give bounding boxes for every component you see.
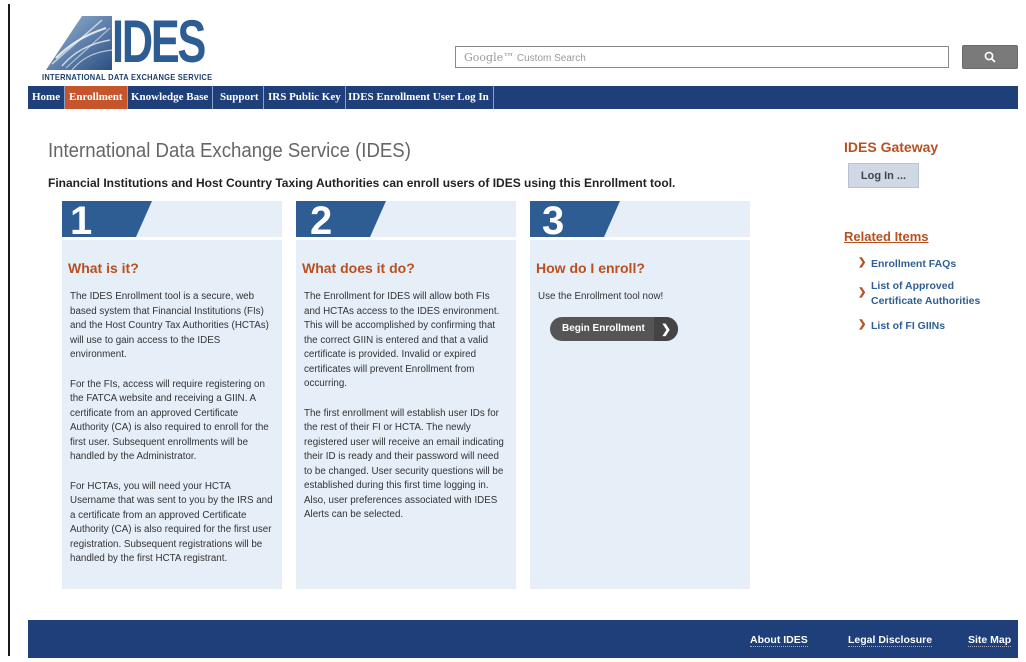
- step-3-heading: How do I enroll?: [536, 260, 645, 276]
- gateway-title: IDES Gateway: [844, 139, 939, 155]
- related-items-title[interactable]: Related Items: [844, 229, 929, 244]
- step-2-panel: What does it do? The Enrollment for IDES…: [296, 240, 516, 589]
- nav-home[interactable]: Home: [28, 86, 66, 109]
- step-3-number-band: 3: [530, 201, 750, 237]
- intro-text: Financial Institutions and Host Country …: [48, 176, 676, 190]
- step-1-panel: What is it? The IDES Enrollment tool is …: [62, 240, 282, 589]
- step-1-paragraph: For the FIs, access will require registe…: [70, 378, 269, 463]
- svg-text:2: 2: [310, 201, 332, 237]
- chevron-right-icon: ❯: [858, 257, 867, 268]
- footer: About IDES Legal Disclosure Site Map: [28, 620, 1018, 658]
- begin-enrollment-button[interactable]: Begin Enrollment ❯: [550, 317, 678, 341]
- step-1-paragraph: For HCTAs, you will need your HCTA Usern…: [70, 480, 273, 565]
- step-3-panel: How do I enroll? Use the Enrollment tool…: [530, 240, 750, 589]
- footer-link-sitemap[interactable]: Site Map: [968, 634, 1012, 647]
- step-2-paragraph: The Enrollment for IDES will allow both …: [304, 291, 500, 389]
- nav-enrollment[interactable]: Enrollment: [65, 86, 128, 109]
- step-2-paragraph: The first enrollment will establish user…: [304, 407, 504, 521]
- footer-link-legal[interactable]: Legal Disclosure: [848, 634, 933, 647]
- logo-wordmark: IDES: [112, 8, 206, 75]
- magnifier-icon: [984, 51, 996, 63]
- step-1-heading: What is it?: [68, 260, 139, 276]
- svg-text:1: 1: [70, 201, 92, 237]
- page-title: International Data Exchange Service (IDE…: [48, 140, 411, 162]
- nav-enrollment-login[interactable]: IDES Enrollment User Log In: [344, 86, 494, 109]
- search-placeholder: Google™ Custom Search: [464, 51, 586, 64]
- nav-knowledge-base[interactable]: Knowledge Base: [127, 86, 214, 109]
- step-2-number-band: 2: [296, 201, 516, 237]
- chevron-right-icon: ❯: [654, 317, 678, 341]
- ides-logo[interactable]: IDES INTERNATIONAL DATA EXCHANGE SERVICE: [42, 10, 213, 83]
- step-2-heading: What does it do?: [302, 260, 415, 276]
- window-edge: [8, 4, 10, 656]
- step-3-paragraph: Use the Enrollment tool now!: [538, 291, 664, 302]
- chevron-right-icon: ❯: [858, 287, 867, 298]
- svg-text:3: 3: [542, 201, 564, 237]
- search-button[interactable]: [962, 45, 1018, 69]
- step-3-number-badge: 3: [530, 201, 620, 237]
- search-input[interactable]: Google™ Custom Search: [455, 46, 949, 68]
- step-1-paragraph: The IDES Enrollment tool is a secure, we…: [70, 291, 269, 360]
- globe-icon: [46, 16, 112, 70]
- logo-subtitle: INTERNATIONAL DATA EXCHANGE SERVICE: [42, 72, 213, 82]
- step-2-number-badge: 2: [296, 201, 386, 237]
- nav-irs-public-key[interactable]: IRS Public Key: [264, 86, 346, 109]
- chevron-right-icon: ❯: [858, 319, 867, 330]
- step-1-number-badge: 1: [62, 201, 152, 237]
- main-nav: Home Enrollment Knowledge Base Support I…: [28, 86, 1018, 109]
- begin-enrollment-label: Begin Enrollment: [562, 323, 645, 334]
- login-button[interactable]: Log In ...: [848, 163, 919, 188]
- step-1-number-band: 1: [62, 201, 282, 237]
- nav-support[interactable]: Support: [216, 86, 264, 109]
- footer-link-about[interactable]: About IDES: [750, 634, 808, 647]
